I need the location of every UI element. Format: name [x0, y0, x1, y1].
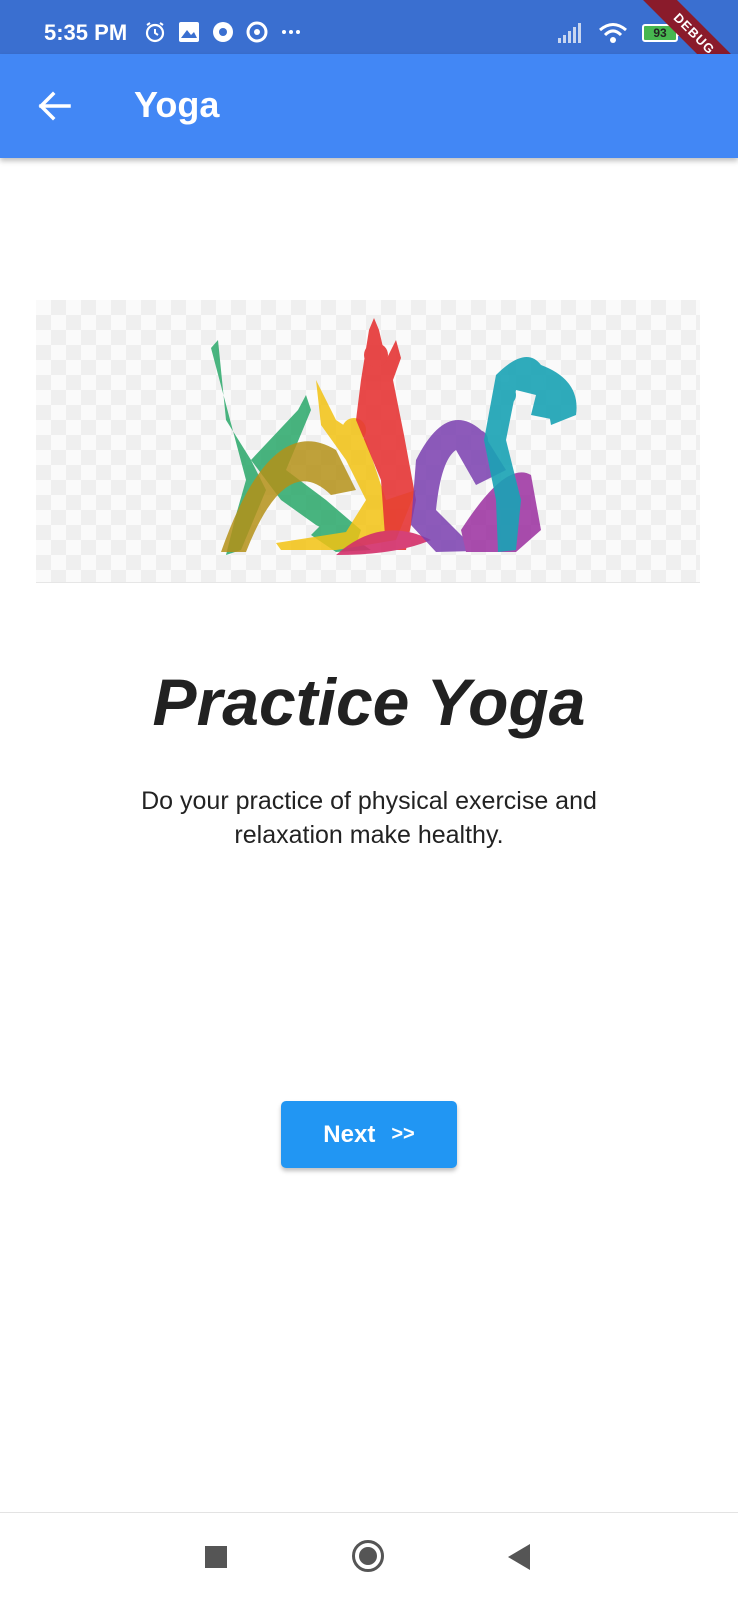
- yoga-illustration: [36, 300, 700, 583]
- notification-icons: [143, 20, 303, 44]
- arrow-back-icon: [38, 91, 71, 121]
- description-text: Do your practice of physical exercise an…: [141, 787, 597, 849]
- page-title: Yoga: [134, 84, 220, 125]
- alarm-icon: [145, 22, 165, 43]
- purple-figure: [411, 420, 541, 552]
- status-bar: 5:35 PM 93 DEBUG: [0, 0, 738, 100]
- next-button-label: Next: [323, 1120, 376, 1148]
- wifi-icon: [599, 23, 627, 43]
- signal-icon: [558, 23, 581, 43]
- yoga-silhouettes-image: [211, 318, 577, 555]
- photos-icon: [179, 22, 199, 42]
- system-nav-bar: [0, 1512, 738, 1601]
- more-icon: [282, 30, 300, 34]
- next-arrows: >>: [391, 1123, 415, 1145]
- back-button[interactable]: [28, 80, 80, 132]
- system-icons: 93: [558, 22, 681, 44]
- recents-icon[interactable]: [205, 1546, 227, 1568]
- vpn-icon: [246, 21, 268, 43]
- headline: Practice Yoga: [152, 665, 586, 739]
- status-time: 5:35 PM: [44, 20, 128, 45]
- back-icon[interactable]: [508, 1544, 530, 1570]
- app-bar: Yoga: [0, 54, 738, 158]
- home-icon[interactable]: [352, 1540, 384, 1572]
- next-button[interactable]: Next >>: [281, 1101, 457, 1168]
- battery-level: 93: [653, 26, 667, 40]
- chrome-icon: [213, 22, 233, 42]
